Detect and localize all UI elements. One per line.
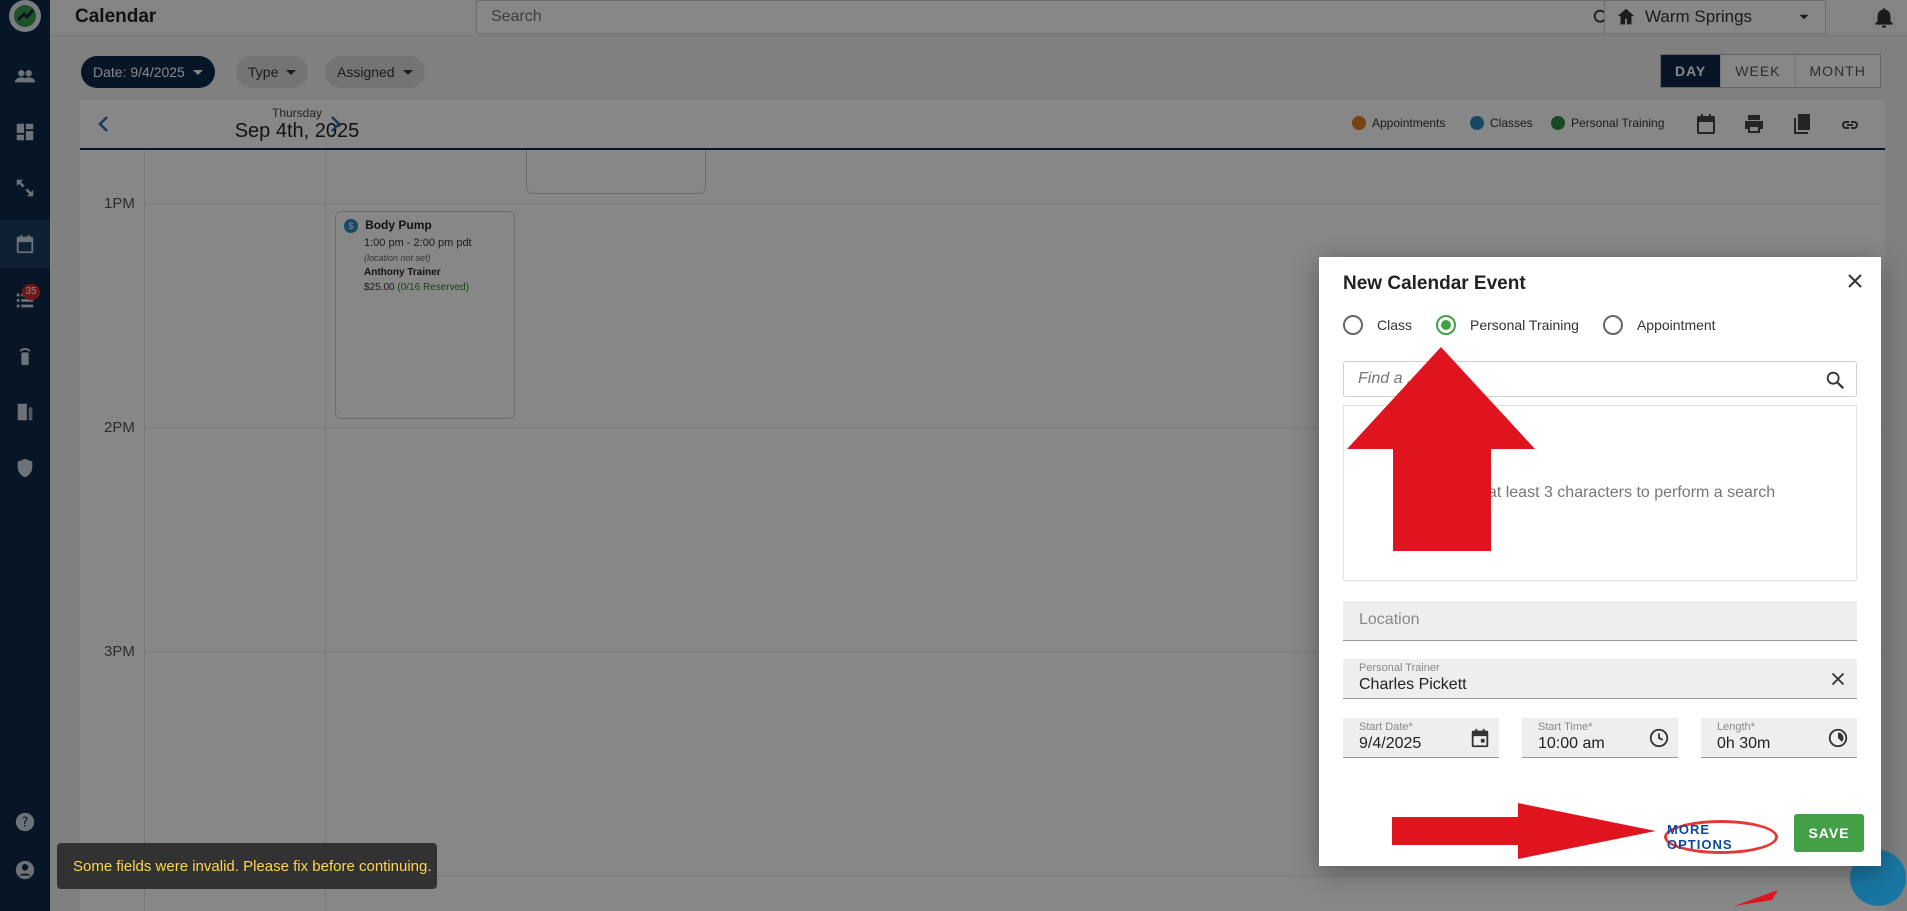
location-field[interactable]: Location [1343, 601, 1857, 641]
close-icon[interactable] [1843, 269, 1867, 293]
start-date-value: 9/4/2025 [1359, 735, 1422, 752]
appointment-radio-label[interactable]: Appointment [1637, 317, 1716, 333]
length-field[interactable]: Length* 0h 30m [1701, 718, 1857, 758]
class-radio[interactable] [1343, 315, 1363, 335]
more-options-button[interactable]: MORE OPTIONS [1664, 820, 1778, 854]
personal-training-radio[interactable] [1436, 315, 1457, 335]
clock-icon[interactable] [1648, 727, 1670, 749]
start-date-label: Start Date* [1359, 721, 1413, 733]
location-placeholder: Location [1359, 611, 1420, 628]
clear-icon[interactable] [1827, 668, 1849, 690]
up-arrow-annotation [1347, 347, 1535, 551]
personal-training-radio-label[interactable]: Personal Training [1470, 317, 1579, 333]
dialog-title: New Calendar Event [1343, 273, 1526, 294]
arrow-fragment-annotation [1734, 890, 1778, 906]
right-arrow-annotation [1392, 803, 1656, 859]
start-time-field[interactable]: Start Time* 10:00 am [1522, 718, 1678, 758]
event-type-radios: Class Personal Training Appointment [1343, 315, 1740, 335]
appointment-radio[interactable] [1602, 315, 1623, 335]
start-time-label: Start Time* [1538, 721, 1593, 733]
error-toast: Some fields were invalid. Please fix bef… [57, 843, 437, 889]
personal-trainer-value: Charles Pickett [1359, 676, 1467, 693]
class-radio-label[interactable]: Class [1377, 317, 1412, 333]
start-date-field[interactable]: Start Date* 9/4/2025 [1343, 718, 1499, 758]
length-label: Length* [1717, 721, 1755, 733]
save-button[interactable]: SAVE [1794, 814, 1864, 852]
search-icon[interactable] [1824, 369, 1846, 391]
toast-message: Some fields were invalid. Please fix bef… [73, 857, 432, 875]
start-time-value: 10:00 am [1538, 735, 1605, 752]
length-value: 0h 30m [1717, 735, 1771, 752]
timelapse-icon[interactable] [1827, 727, 1849, 749]
personal-trainer-label: Personal Trainer [1359, 662, 1440, 674]
calendar-icon[interactable] [1469, 727, 1491, 749]
personal-trainer-field[interactable]: Personal Trainer Charles Pickett [1343, 659, 1857, 699]
